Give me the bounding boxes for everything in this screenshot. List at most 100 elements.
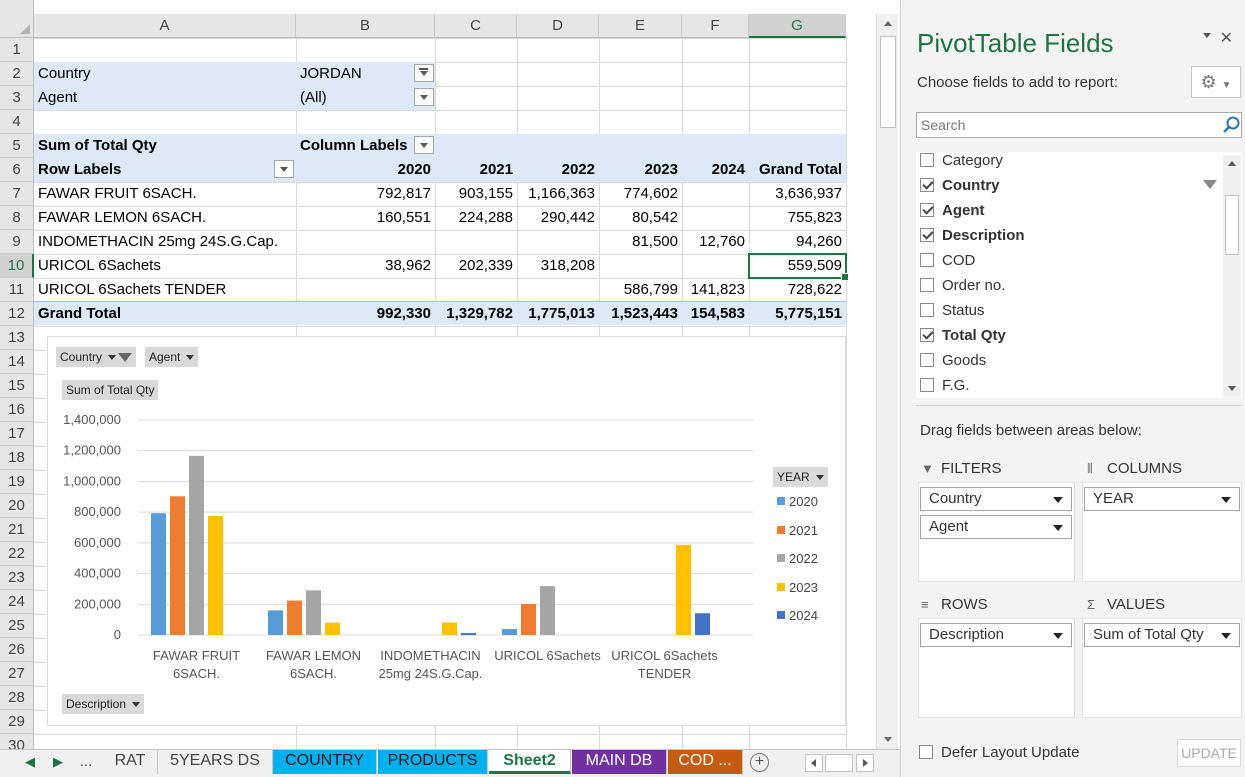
field-item[interactable]: Category <box>920 152 1003 172</box>
grand-total-value-cell[interactable]: 1,523,443 <box>599 302 682 326</box>
pivot-value-cell[interactable] <box>517 278 599 302</box>
pivot-value-cell[interactable] <box>435 230 517 254</box>
country-filter-funnel-icon[interactable] <box>414 64 434 82</box>
pivot-value-cell[interactable]: 12,760 <box>682 230 749 254</box>
row-header[interactable]: 6 <box>0 158 34 182</box>
checkbox-icon[interactable] <box>920 153 934 167</box>
field-item[interactable]: Country <box>920 175 1000 197</box>
pivot-value-cell[interactable] <box>296 230 435 254</box>
pivot-value-cell[interactable]: 903,155 <box>435 182 517 206</box>
gear-icon[interactable]: ⚙ ▼ <box>1191 66 1241 98</box>
pivot-value-cell[interactable]: 202,339 <box>435 254 517 278</box>
chart-bar[interactable] <box>208 516 223 635</box>
pivot-value-cell[interactable] <box>517 230 599 254</box>
filter-pill-country[interactable]: Country <box>920 487 1072 511</box>
tab-next-icon[interactable]: ▶ <box>48 754 68 770</box>
grand-total-overall-cell[interactable]: 5,775,151 <box>749 302 846 326</box>
row-header[interactable]: 19 <box>0 470 34 494</box>
chart-bar[interactable] <box>676 544 691 635</box>
row-header[interactable]: 1 <box>0 38 34 62</box>
row-pill-description[interactable]: Description <box>920 623 1072 647</box>
pivot-row-total-cell[interactable]: 728,622 <box>749 278 846 302</box>
row-header[interactable]: 8 <box>0 206 34 230</box>
checkbox-icon[interactable] <box>920 253 934 267</box>
pivot-row-label[interactable]: FAWAR FRUIT 6SACH. <box>34 182 201 206</box>
row-header[interactable]: 4 <box>0 110 34 134</box>
pivot-value-cell[interactable]: 224,288 <box>435 206 517 230</box>
pivot-value-cell[interactable]: 81,500 <box>599 230 682 254</box>
pivot-value-cell[interactable]: 792,817 <box>296 182 435 206</box>
field-item[interactable]: Order no. <box>920 275 1005 297</box>
row-header[interactable]: 3 <box>0 86 34 110</box>
pivot-row-label[interactable]: FAWAR LEMON 6SACH. <box>34 206 210 230</box>
pivot-value-cell[interactable] <box>682 254 749 278</box>
field-item[interactable]: Goods <box>920 350 986 372</box>
column-header-e[interactable]: E <box>599 14 682 38</box>
row-header[interactable]: 24 <box>0 590 34 614</box>
row-header[interactable]: 30 <box>0 734 34 749</box>
row-header[interactable]: 23 <box>0 566 34 590</box>
chart-bar[interactable] <box>306 590 321 635</box>
tab-more-left[interactable]: ... <box>76 753 96 770</box>
row-header[interactable]: 10 <box>0 254 34 278</box>
legend-item[interactable]: 2022 <box>777 551 818 567</box>
chart-bar[interactable] <box>442 622 457 635</box>
row-header[interactable]: 5 <box>0 134 34 158</box>
scroll-down-icon[interactable] <box>880 731 896 747</box>
checkbox-icon[interactable] <box>920 353 934 367</box>
pivot-value-cell[interactable] <box>296 278 435 302</box>
row-header[interactable]: 29 <box>0 710 34 734</box>
scroll-down-icon[interactable] <box>1223 379 1241 397</box>
checkbox-icon[interactable] <box>920 378 934 392</box>
row-header[interactable]: 16 <box>0 398 34 422</box>
update-button[interactable]: UPDATE <box>1177 739 1241 767</box>
column-header-g[interactable]: G <box>749 14 846 38</box>
column-header-c[interactable]: C <box>435 14 517 38</box>
row-header[interactable]: 28 <box>0 686 34 710</box>
scroll-up-icon[interactable] <box>1223 155 1241 173</box>
chart-bar[interactable] <box>325 622 340 635</box>
field-item[interactable]: COD <box>920 250 975 272</box>
chart-bar[interactable] <box>461 633 476 635</box>
tab-country[interactable]: COUNTRY <box>273 750 377 774</box>
checkbox-checked-icon[interactable] <box>920 203 934 217</box>
row-header[interactable]: 13 <box>0 326 34 350</box>
pivot-value-cell[interactable] <box>599 254 682 278</box>
pivot-row-total-cell[interactable]: 755,823 <box>749 206 846 230</box>
column-header-d[interactable]: D <box>517 14 599 38</box>
field-item[interactable]: F.G. <box>920 375 970 397</box>
pivot-value-cell[interactable]: 1,166,363 <box>517 182 599 206</box>
field-item[interactable]: Agent <box>920 200 985 222</box>
row-header[interactable]: 17 <box>0 422 34 446</box>
row-labels-dropdown-icon[interactable] <box>274 160 294 178</box>
column-header-b[interactable]: B <box>296 14 435 38</box>
pivot-row-total-cell[interactable]: 3,636,937 <box>749 182 846 206</box>
chart-bar[interactable] <box>521 603 536 635</box>
row-header[interactable]: 27 <box>0 662 34 686</box>
grand-total-value-cell[interactable]: 1,329,782 <box>435 302 517 326</box>
scroll-thumb[interactable] <box>880 36 896 128</box>
pivot-value-cell[interactable] <box>682 206 749 230</box>
column-header-f[interactable]: F <box>682 14 749 38</box>
chart-bar[interactable] <box>540 586 555 635</box>
row-header[interactable]: 14 <box>0 350 34 374</box>
column-pill-year[interactable]: YEAR <box>1084 487 1240 511</box>
add-sheet-icon[interactable]: + <box>750 753 769 772</box>
search-input[interactable] <box>916 112 1242 138</box>
field-item[interactable]: Total Qty <box>920 325 1006 347</box>
agent-filter-dropdown-icon[interactable] <box>414 88 434 106</box>
chart-bar[interactable] <box>268 610 283 635</box>
column-labels-dropdown-icon[interactable] <box>414 136 434 154</box>
tab-cod[interactable]: COD ... <box>668 750 743 774</box>
hscroll-left-icon[interactable] <box>805 754 823 772</box>
row-header[interactable]: 2 <box>0 62 34 86</box>
checkbox-icon[interactable] <box>920 278 934 292</box>
pivot-value-cell[interactable]: 141,823 <box>682 278 749 302</box>
checkbox-checked-icon[interactable] <box>920 328 934 342</box>
search-icon[interactable] <box>1221 115 1241 135</box>
tab-5years-ds[interactable]: 5YEARS DS <box>158 750 273 774</box>
row-header[interactable]: 22 <box>0 542 34 566</box>
row-header[interactable]: 25 <box>0 614 34 638</box>
chart-bar[interactable] <box>695 613 710 635</box>
legend-item[interactable]: 2023 <box>777 580 818 596</box>
